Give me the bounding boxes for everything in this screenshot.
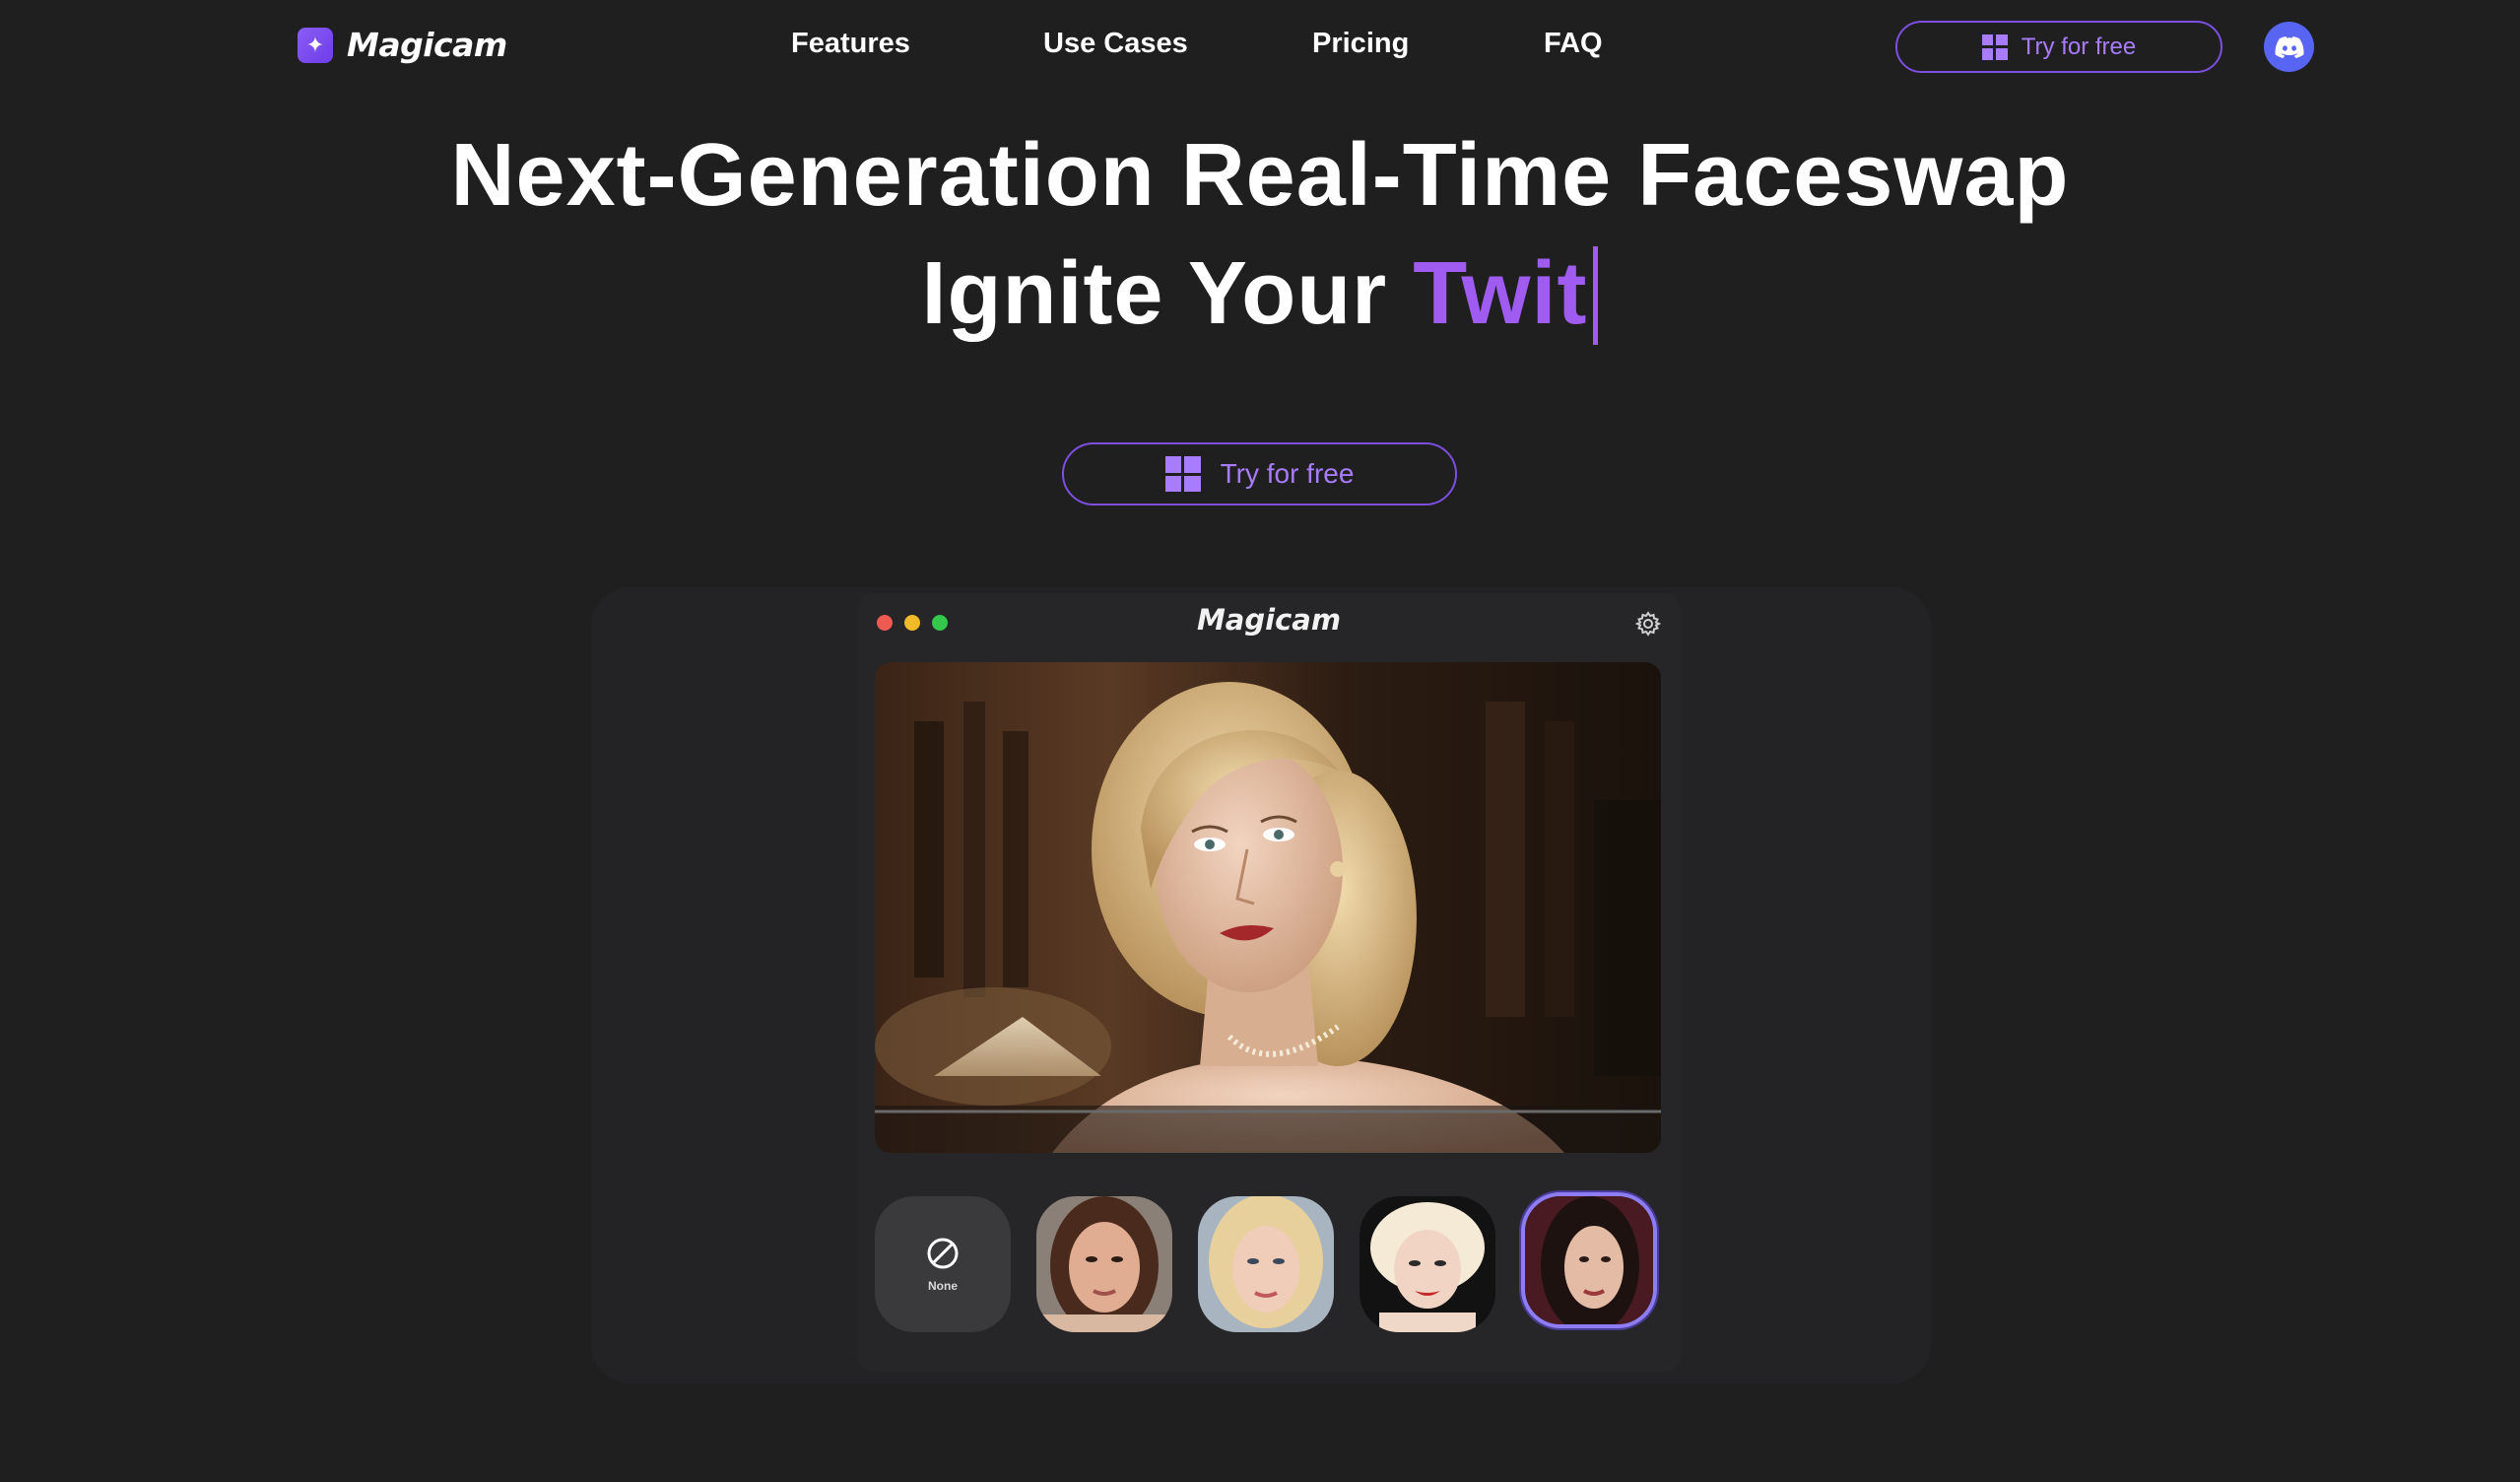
gear-icon[interactable] <box>1635 611 1661 637</box>
face-option-1[interactable] <box>1036 1196 1172 1332</box>
nav-link-features[interactable]: Features <box>791 28 910 60</box>
hero-subheadline-prefix: Ignite Your <box>921 244 1414 343</box>
face-option-2[interactable] <box>1198 1196 1334 1332</box>
face-thumbnail-image <box>1198 1196 1334 1332</box>
face-selector: None <box>875 1190 1663 1332</box>
face-thumbnail-image <box>1359 1196 1495 1332</box>
nav-link-faq[interactable]: FAQ <box>1544 28 1603 60</box>
discord-button[interactable] <box>2264 22 2314 72</box>
hero-typed-word: Twit <box>1413 244 1588 343</box>
camera-preview <box>875 662 1661 1153</box>
windows-icon <box>1164 456 1201 492</box>
app-window: Magicam None <box>857 593 1681 1372</box>
hero-subheadline: Ignite Your Twit <box>0 244 2520 345</box>
nav-try-free-button[interactable]: Try for free <box>1895 21 2222 73</box>
nav-try-free-label: Try for free <box>2021 33 2137 60</box>
nav-link-use-cases[interactable]: Use Cases <box>1043 28 1188 60</box>
prohibited-icon <box>927 1238 959 1269</box>
windows-icon <box>1981 34 2008 60</box>
typing-caret <box>1593 246 1599 345</box>
discord-icon <box>2275 35 2304 58</box>
face-option-none-label: None <box>928 1279 958 1293</box>
top-nav: ✦ Magicam Features Use Cases Pricing FAQ… <box>0 0 2520 95</box>
face-option-3[interactable] <box>1359 1196 1495 1332</box>
nav-link-pricing[interactable]: Pricing <box>1312 28 1409 60</box>
face-option-none[interactable]: None <box>875 1196 1011 1332</box>
app-title: Magicam <box>1196 603 1342 637</box>
hero-headline: Next-Generation Real-Time Faceswap <box>450 126 2070 225</box>
hero-try-free-button[interactable]: Try for free <box>1062 442 1457 505</box>
hero-try-free-label: Try for free <box>1220 458 1355 489</box>
preview-image <box>875 662 1661 1153</box>
face-thumbnail-image <box>1525 1196 1653 1324</box>
face-option-4-selected[interactable] <box>1521 1192 1657 1328</box>
face-thumbnail-image <box>1036 1196 1172 1332</box>
